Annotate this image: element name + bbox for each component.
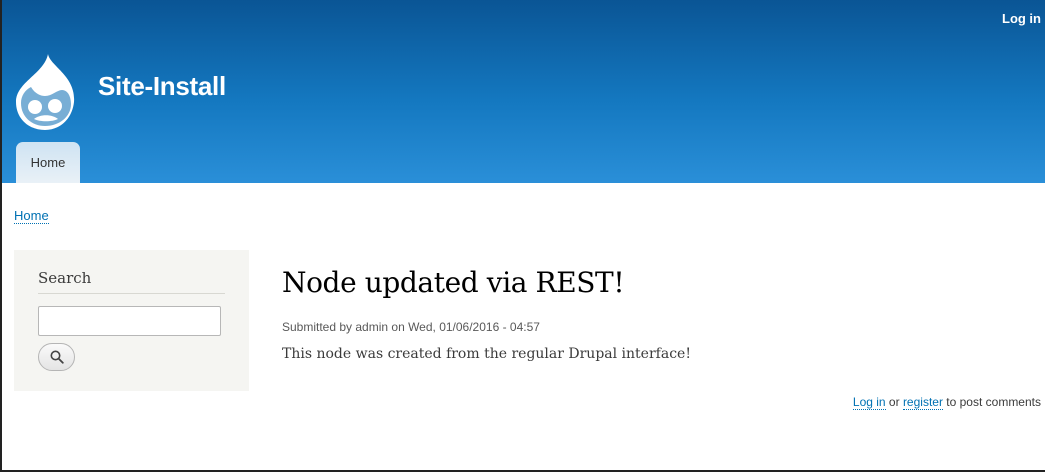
site-name[interactable]: Site-Install: [98, 71, 226, 102]
login-link[interactable]: Log in: [1002, 11, 1041, 26]
comment-login-link[interactable]: Log in: [852, 395, 886, 410]
submitted-info: Submitted by admin on Wed, 01/06/2016 - …: [282, 320, 540, 334]
comment-or-text: or: [885, 395, 903, 409]
node-title: Node updated via REST!: [282, 266, 625, 299]
site-header: Log in Site-Install Home: [2, 0, 1045, 183]
search-icon: [50, 350, 64, 364]
tab-home[interactable]: Home: [16, 142, 80, 183]
search-input[interactable]: [38, 306, 221, 336]
comment-links: Log in or register to post comments: [852, 395, 1041, 410]
register-link[interactable]: register: [902, 395, 943, 410]
search-block-title: Search: [38, 269, 92, 287]
comment-suffix-text: to post comments: [942, 395, 1041, 409]
sidebar-search-block: Search: [14, 250, 249, 391]
search-button[interactable]: [38, 343, 75, 371]
breadcrumb-home[interactable]: Home: [14, 208, 49, 224]
divider: [38, 293, 225, 294]
node-body: This node was created from the regular D…: [282, 346, 691, 362]
drupal-drop-logo-icon[interactable]: [14, 52, 76, 132]
